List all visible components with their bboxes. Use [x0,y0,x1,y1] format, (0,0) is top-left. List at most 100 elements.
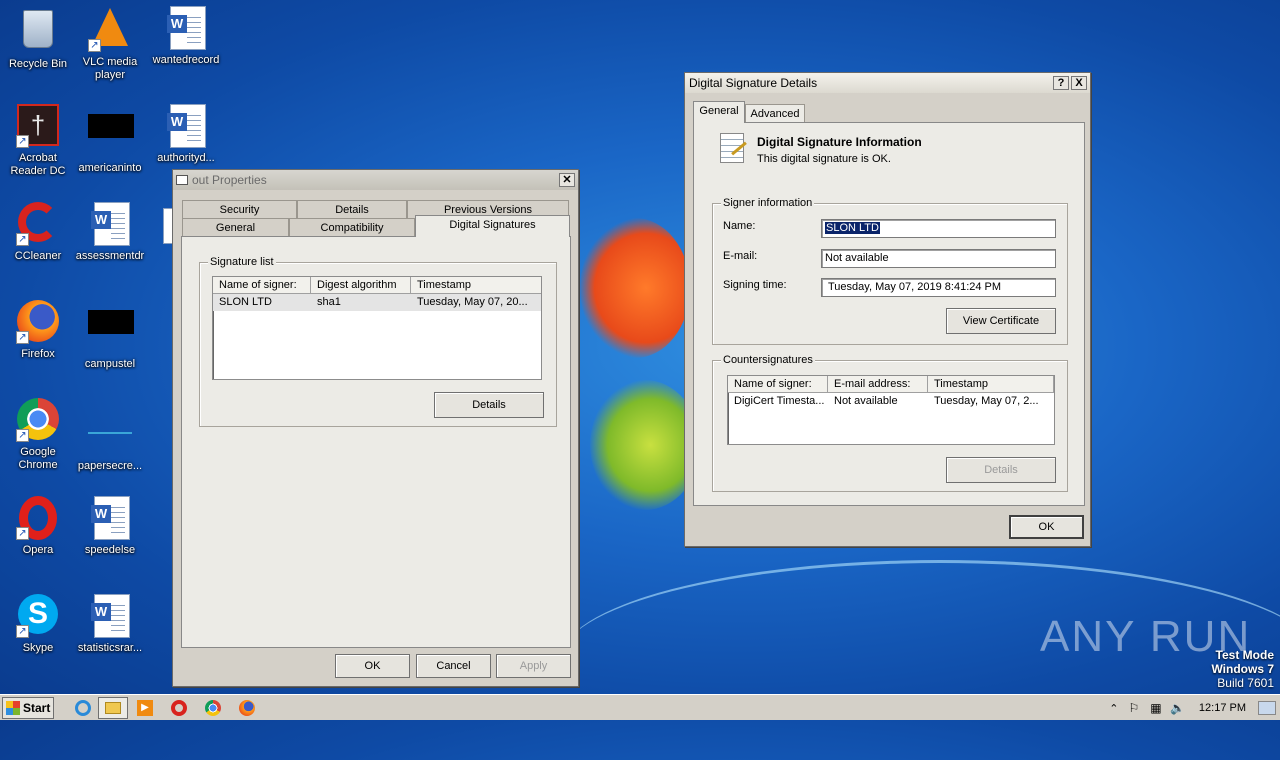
column-header[interactable]: Name of signer: [728,376,828,393]
signing-time-field[interactable]: Tuesday, May 07, 2019 8:41:24 PM [821,278,1056,297]
help-button[interactable]: ? [1053,76,1069,90]
volume-icon[interactable]: 🔈 [1167,701,1189,715]
tab-panel: Signature list Name of signer: Digest al… [181,236,571,648]
chrome-taskbar-icon[interactable] [196,697,230,719]
countersignature-list[interactable]: Name of signer: E-mail address: Timestam… [727,375,1055,445]
desktop-icon-label: statisticsrar... [77,642,143,654]
opera-icon: ↗ [16,496,60,540]
tab-compatibility[interactable]: Compatibility [289,218,415,236]
signature-list-label: Signature list [208,256,276,268]
tab-general[interactable]: General [182,218,289,236]
tab-security[interactable]: Security [182,200,297,218]
black-file-icon [88,310,134,354]
word-document-icon [164,6,208,50]
watermark-line: Build 7601 [1217,676,1274,690]
table-row[interactable]: DigiCert Timesta... Not available Tuesda… [728,393,1054,410]
black-file-icon [88,114,134,158]
view-certificate-button[interactable]: View Certificate [946,308,1056,334]
desktop-icon-label: Firefox [21,348,55,360]
info-heading: Digital Signature Information [757,135,922,149]
desktop-icon-wantedrecord[interactable]: wantedrecord [148,6,224,67]
firefox-taskbar-icon[interactable] [230,697,264,719]
network-icon[interactable]: ▦ [1145,701,1167,715]
properties-titlebar[interactable]: out Properties ✕ [173,170,578,190]
properties-title: out Properties [192,173,267,187]
tab-label: Advanced [750,108,800,120]
desktop-icon-authorityd[interactable]: authorityd... [148,104,224,165]
column-header[interactable]: Timestamp [928,376,1054,393]
countersignature-details-button[interactable]: Details [946,457,1056,483]
desktop-icon-label: authorityd... [157,152,215,164]
signing-time-label: Signing time: [723,279,787,291]
column-header[interactable]: Digest algorithm [311,277,411,294]
media-player-icon[interactable]: ▶ [128,697,162,719]
desktop-icon-skype[interactable]: S ↗ Skype [0,594,76,655]
desktop-icon-statisticsrar[interactable]: statisticsrar... [72,594,148,655]
countersignatures-label: Countersignatures [721,354,815,366]
desktop-icon-label: wantedrecord [152,54,220,66]
desktop-icon-vlc[interactable]: ↗ VLC media player [72,6,148,82]
tab-general[interactable]: General [693,101,745,123]
internet-explorer-icon[interactable] [68,697,98,719]
window-icon [176,175,188,185]
word-document-icon [88,594,132,638]
desktop-icon-label: Skype [22,642,54,654]
desktop-icon-chrome[interactable]: ↗ Google Chrome [0,398,76,472]
show-hidden-icons-icon[interactable]: ⌃ [1105,702,1123,715]
desktop-icon-americaninto[interactable]: americaninto [72,104,148,175]
desktop-icon-acrobat[interactable]: † ↗ Acrobat Reader DC [0,104,76,178]
details-button[interactable]: Details [434,392,544,418]
table-cell: SLON LTD [219,296,272,308]
desktop-icon-papersecre[interactable]: papersecre... [72,398,148,473]
tab-label: Compatibility [320,222,384,234]
signature-list-group: Signature list Name of signer: Digest al… [199,256,557,427]
table-row[interactable]: SLON LTD sha1 Tuesday, May 07, 20... [213,294,541,311]
tab-panel: Digital Signature Information This digit… [693,122,1085,506]
desktop-icon-recycle-bin[interactable]: Recycle Bin [0,6,76,71]
cancel-button[interactable]: Cancel [416,654,491,678]
signature-list[interactable]: Name of signer: Digest algorithm Timesta… [212,276,542,380]
desktop-icon-label: Google Chrome [18,446,58,471]
table-cell: DigiCert Timesta... [734,395,825,407]
explorer-folder-icon[interactable] [98,696,128,719]
desktop-icon-label: campustel [84,358,136,370]
tab-label: Security [219,204,260,216]
name-value: SLON LTD [825,222,880,234]
ok-button[interactable]: OK [1009,515,1084,539]
word-document-icon [88,202,132,246]
start-button[interactable]: Start [2,696,54,719]
apply-button[interactable]: Apply [496,654,571,678]
signature-details-titlebar[interactable]: Digital Signature Details ? X [685,73,1090,93]
desktop-icon-label: americaninto [78,162,142,174]
desktop-icon-label: VLC media player [82,56,138,81]
list-header: Name of signer: Digest algorithm Timesta… [213,277,541,294]
tab-digital-signatures[interactable]: Digital Signatures [415,215,570,237]
close-button[interactable]: X [1071,76,1087,90]
table-cell: Tuesday, May 07, 2... [934,395,1039,407]
opera-taskbar-icon[interactable] [162,697,196,719]
watermark-line: Test Mode [1215,648,1274,662]
tab-details[interactable]: Details [297,200,407,218]
table-cell: sha1 [317,296,341,308]
desktop-icon-firefox[interactable]: ↗ Firefox [0,300,76,361]
column-header[interactable]: Timestamp [411,277,541,294]
tab-advanced[interactable]: Advanced [745,104,805,123]
action-center-flag-icon[interactable]: ⚐ [1123,701,1145,715]
show-desktop-icon[interactable] [1258,701,1276,715]
desktop-icon-campustel[interactable]: campustel [72,300,148,371]
email-field[interactable]: Not available [821,249,1056,268]
column-header[interactable]: E-mail address: [828,376,928,393]
name-field[interactable]: SLON LTD [821,219,1056,238]
desktop-icon-assessmentdr[interactable]: assessmentdr [72,202,148,263]
desktop-icon-label: speedelse [84,544,136,556]
desktop-icon-speedelse[interactable]: speedelse [72,496,148,557]
close-button[interactable]: ✕ [559,173,575,187]
table-cell: Tuesday, May 07, 20... [417,296,528,308]
ok-button[interactable]: OK [335,654,410,678]
table-cell: Not available [834,395,898,407]
column-header[interactable]: Name of signer: [213,277,311,294]
desktop-icon-ccleaner[interactable]: ↗ CCleaner [0,202,76,263]
desktop-icon-opera[interactable]: ↗ Opera [0,496,76,557]
clock[interactable]: 12:17 PM [1189,702,1258,714]
test-mode-watermark: Test Mode Windows 7 Build 7601 [1211,648,1274,690]
